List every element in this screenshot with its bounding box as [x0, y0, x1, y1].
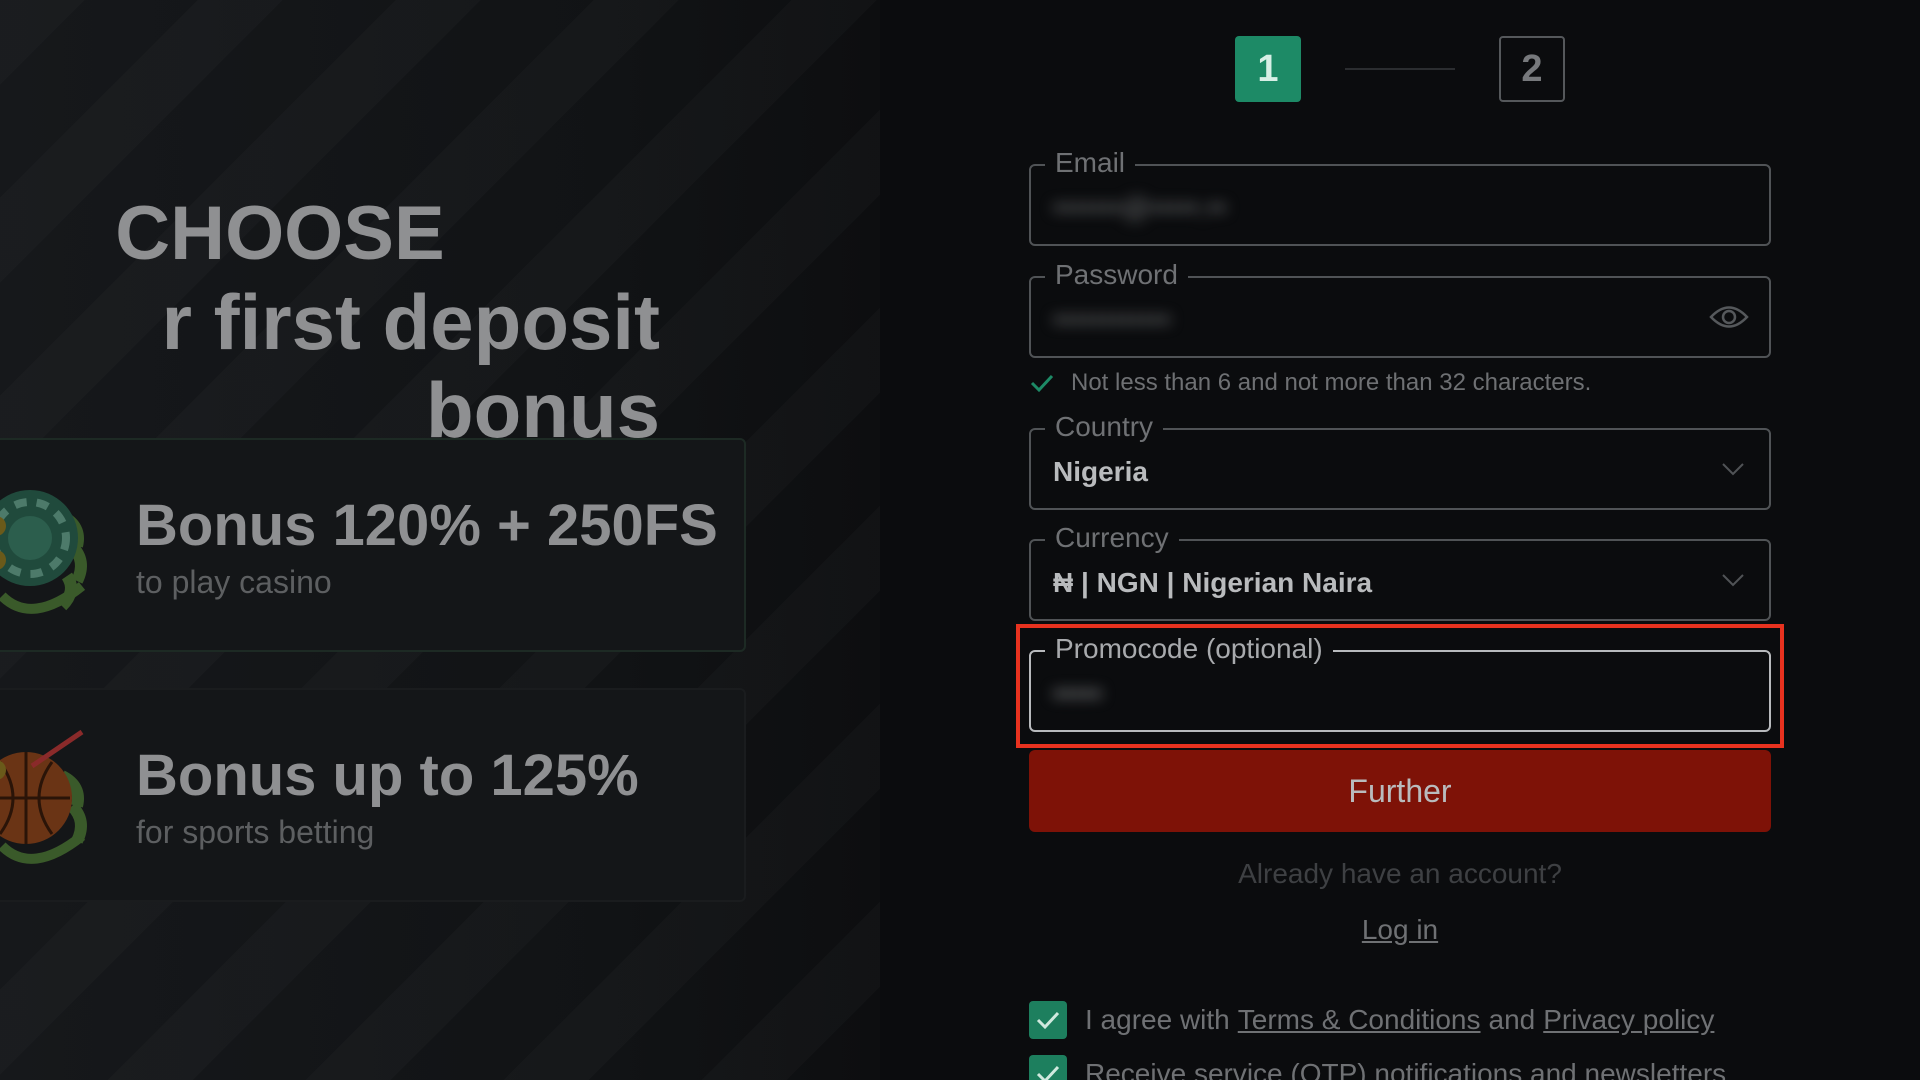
password-value: ••••••••••••	[1053, 304, 1171, 335]
password-label: Password	[1045, 258, 1188, 292]
country-value: Nigeria	[1053, 456, 1148, 487]
currency-value: ₦ | NGN | Nigerian Naira	[1053, 567, 1373, 598]
promo-panel: CHOOSE r first deposit bonus Bonus 120% …	[0, 0, 880, 1080]
terms-link[interactable]: Terms & Conditions	[1238, 1004, 1481, 1036]
stepper-divider	[1345, 68, 1455, 70]
country-label: Country	[1045, 410, 1164, 444]
checkmark-icon	[1030, 374, 1054, 393]
notifications-checkbox[interactable]	[1029, 1055, 1067, 1080]
agree-prefix-text: I agree with	[1085, 1004, 1230, 1035]
bonus-title-sports: Bonus up to 125%	[136, 743, 639, 808]
password-field[interactable]: Password ••••••••••••	[1029, 258, 1771, 358]
step-2-indicator: 2	[1499, 36, 1565, 102]
checkmark-icon	[1036, 1011, 1060, 1030]
login-link[interactable]: Log in	[1362, 914, 1438, 945]
email-label: Email	[1045, 146, 1136, 180]
email-field[interactable]: Email •••••••@•••••.••	[1029, 146, 1771, 246]
bonus-subtitle-sports: for sports betting	[136, 814, 375, 850]
eye-icon[interactable]	[1709, 302, 1749, 332]
promocode-label: Promocode (optional)	[1045, 632, 1333, 666]
hero-title-line1: CHOOSE	[115, 191, 445, 276]
chevron-down-icon	[1722, 463, 1744, 476]
stepper: 1 2	[1235, 36, 1575, 102]
country-select[interactable]: Country Nigeria	[1029, 410, 1771, 510]
already-have-account-text: Already have an account?	[1238, 858, 1562, 889]
promocode-value: •••••	[1053, 678, 1103, 709]
chevron-down-icon	[1722, 574, 1744, 587]
terms-agreement-row: I agree with Terms & Conditions and Priv…	[1029, 1000, 1722, 1040]
currency-label: Currency	[1045, 521, 1179, 555]
login-link-wrapper: Log in	[1029, 914, 1771, 946]
further-button[interactable]: Further	[1029, 750, 1771, 832]
password-hint-text: Not less than 6 and not more than 32 cha…	[1071, 369, 1592, 396]
bonus-subtitle-casino: to play casino	[136, 564, 332, 600]
notifications-row: Receive service (OTP) notifications and …	[1029, 1054, 1726, 1080]
bonus-card-casino[interactable]: Bonus 120% + 250FS to play casino	[0, 438, 746, 652]
step-1-indicator: 1	[1235, 36, 1301, 102]
currency-select[interactable]: Currency ₦ | NGN | Nigerian Naira	[1029, 521, 1771, 621]
bonus-title-casino: Bonus 120% + 250FS	[136, 493, 718, 558]
terms-checkbox[interactable]	[1029, 1001, 1067, 1039]
basketball-icon	[0, 729, 87, 864]
password-hint: Not less than 6 and not more than 32 cha…	[1029, 368, 1591, 398]
agree-and-text: and	[1488, 1004, 1536, 1035]
promocode-field[interactable]: Promocode (optional) •••••	[1029, 632, 1771, 732]
notifications-text: Receive service (OTP) notifications and …	[1085, 1058, 1727, 1080]
hero-title-line2: r first deposit bonus	[161, 278, 660, 454]
bonus-card-sports[interactable]: Bonus up to 125% for sports betting	[0, 688, 746, 902]
casino-chip-icon	[0, 490, 87, 614]
email-value: •••••••@•••••.••	[1053, 192, 1227, 223]
registration-form: 1 2 Email •••••••@•••••.•• Password ••••…	[880, 0, 1920, 1080]
checkmark-icon	[1036, 1065, 1060, 1080]
privacy-policy-link[interactable]: Privacy policy	[1543, 1004, 1714, 1036]
